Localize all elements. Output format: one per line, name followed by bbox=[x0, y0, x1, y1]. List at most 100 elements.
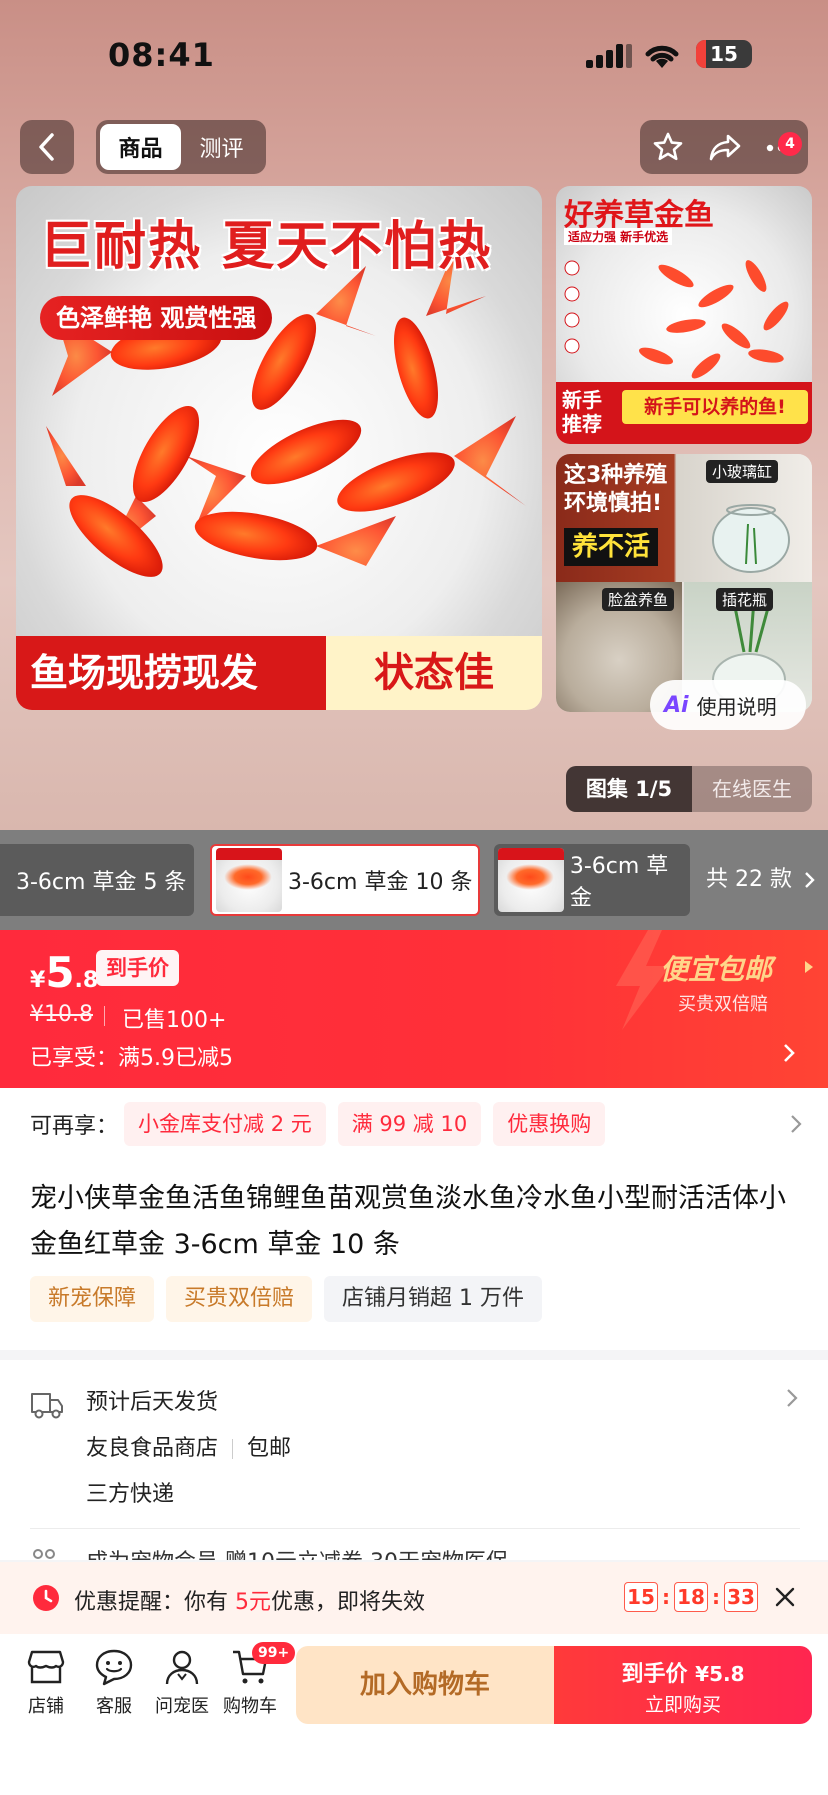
reminder-text: 优惠提醒：你有 5元优惠，即将失效 bbox=[74, 1584, 425, 1616]
reminder-suffix: 优惠，即将失效 bbox=[271, 1590, 426, 1615]
glass-bowl-icon bbox=[712, 504, 790, 573]
close-icon[interactable] bbox=[774, 1586, 796, 1608]
extra-offers-row[interactable]: 可再享： 小金库支付减 2 元 满 99 减 10 优惠换购 bbox=[30, 1102, 802, 1146]
online-doctor-link[interactable]: 在线医生 bbox=[692, 766, 812, 812]
side-image-1[interactable]: 好养草金鱼 适应力强 新手优选 新手推荐 新手可以养的鱼! bbox=[556, 186, 812, 444]
sku-option-label: 3-6cm 草金 5 条 bbox=[16, 870, 187, 895]
buy-now-button[interactable]: 到手价 ¥5.8 立即购买 bbox=[554, 1646, 812, 1724]
sku-thumbnail bbox=[216, 848, 282, 912]
side-image-2-headline: 这3种养殖环境慎拍! bbox=[564, 463, 668, 516]
promo-subtitle: 买贵双倍赔 bbox=[678, 994, 768, 1015]
discount-applied[interactable]: 已享受：满5.9已减5 bbox=[30, 1040, 233, 1072]
main-image-headline: 巨耐热 夏天不怕热 bbox=[40, 217, 493, 277]
member-benefit-row[interactable]: 成为宠物会员 赠10元立减券 30天宠物医保 bbox=[86, 1544, 508, 1560]
side-image-2[interactable]: 这3种养殖环境慎拍! 养不活 小玻璃缸 脸盆养鱼 插花瓶 bbox=[556, 454, 812, 712]
signal-icon bbox=[586, 44, 632, 68]
side-image-1-corner: 新手推荐 bbox=[562, 388, 602, 436]
clock-icon bbox=[33, 1585, 59, 1611]
back-button[interactable] bbox=[20, 120, 74, 174]
sku-option-label: 3-6cm 草金 bbox=[569, 854, 669, 911]
ai-guide-button[interactable]: Ai 使用说明 bbox=[650, 680, 806, 730]
price-band: ¥ 5 .8 到手价 ¥10.8 已售100+ 已享受：满5.9已减5 便宜包邮… bbox=[0, 930, 828, 1088]
store-name: 友良食品商店 bbox=[86, 1436, 219, 1461]
chevron-right-icon[interactable] bbox=[782, 1042, 796, 1064]
service-tag[interactable]: 店铺月销超 1 万件 bbox=[324, 1276, 543, 1322]
store-icon bbox=[27, 1650, 65, 1684]
status-bar: 08:41 15 bbox=[0, 36, 828, 76]
ai-guide-label: 使用说明 bbox=[696, 694, 777, 719]
chevron-left-icon bbox=[39, 133, 54, 161]
extra-offers-label: 可再享： bbox=[30, 1114, 119, 1139]
sku-total-link[interactable]: 共 22 款 bbox=[706, 844, 815, 916]
tab-review[interactable]: 测评 bbox=[181, 124, 262, 170]
cart-label: 购物车 bbox=[223, 1696, 277, 1717]
service-tags: 新宠保障 买贵双倍赔 店铺月销超 1 万件 bbox=[30, 1276, 543, 1322]
main-product-image[interactable]: 巨耐热 夏天不怕热 色泽鲜艳 观赏性强 鱼场现捞现发 状态佳 bbox=[16, 186, 542, 710]
store-label: 店铺 bbox=[28, 1696, 64, 1717]
sku-option[interactable]: 3-6cm 草金 5 条 bbox=[0, 844, 194, 916]
divider bbox=[30, 1528, 800, 1529]
wifi-icon bbox=[645, 45, 679, 68]
side-image-2-warning: 养不活 bbox=[564, 528, 659, 566]
product-title: 宠小侠草金鱼活鱼锦鲤鱼苗观赏鱼淡水鱼冷水鱼小型耐活活体小金鱼红草金 3-6cm … bbox=[30, 1183, 786, 1260]
hero-gallery: 08:41 15 商品 测评 4 巨耐热 夏天不怕热 色泽鲜艳 观赏性强 鱼场现… bbox=[0, 0, 828, 830]
ask-vet-button[interactable]: 问宠医 bbox=[150, 1648, 214, 1718]
shipping-eta: 预计后天发货 bbox=[86, 1390, 219, 1415]
sku-option[interactable]: 3-6cm 草金 bbox=[494, 844, 690, 916]
status-time: 08:41 bbox=[108, 36, 215, 74]
main-image-footer-left: 鱼场现捞现发 bbox=[16, 636, 326, 710]
shipping-card[interactable]: 预计后天发货 友良食品商店 包邮 三方快递 成为宠物会员 赠10元立减券 30天宠… bbox=[0, 1360, 828, 1560]
chevron-right-icon bbox=[791, 1115, 802, 1133]
store-button[interactable]: 店铺 bbox=[14, 1648, 78, 1718]
timer-minutes: 18 bbox=[674, 1582, 708, 1612]
sku-thumbnail bbox=[498, 848, 564, 912]
battery-icon: 15 bbox=[696, 40, 752, 68]
sold-count: 已售100+ bbox=[122, 1008, 227, 1033]
divider bbox=[232, 1439, 234, 1459]
buy-now-price: ¥5.8 bbox=[695, 1662, 745, 1686]
offer-chip[interactable]: 小金库支付减 2 元 bbox=[124, 1102, 326, 1146]
discount-reminder[interactable]: 优惠提醒：你有 5元优惠，即将失效 15: 18: 33 bbox=[0, 1562, 828, 1634]
side-image-1-tagline: 适应力强 新手优选 bbox=[564, 228, 673, 245]
side-image-1-footer: 新手推荐 新手可以养的鱼! bbox=[556, 382, 812, 444]
offer-chip[interactable]: 满 99 减 10 bbox=[337, 1102, 482, 1146]
gallery-switch: 图集 1/5 在线医生 bbox=[566, 766, 812, 812]
cart-button[interactable]: 99+ 购物车 bbox=[218, 1642, 296, 1718]
reminder-amount: 5元 bbox=[235, 1590, 271, 1615]
sku-strip: 3-6cm 草金 5 条 3-6cm 草金 10 条 3-6cm 草金 共 22… bbox=[0, 830, 828, 930]
chat-smile-icon bbox=[95, 1649, 133, 1686]
customer-service-button[interactable]: 客服 bbox=[82, 1648, 146, 1718]
buy-now-label: 立即购买 bbox=[644, 1694, 721, 1716]
top-tabs: 商品 测评 bbox=[96, 120, 266, 174]
free-shipping: 包邮 bbox=[247, 1436, 292, 1461]
service-tag[interactable]: 买贵双倍赔 bbox=[166, 1276, 313, 1322]
promo-badge[interactable]: 便宜包邮 买贵双倍赔 bbox=[620, 946, 816, 1026]
buy-now-price-label: 到手价 bbox=[621, 1662, 688, 1687]
timer-hours: 15 bbox=[624, 1582, 658, 1612]
chevron-right-icon bbox=[787, 1389, 798, 1407]
offer-chip[interactable]: 优惠换购 bbox=[493, 1102, 606, 1146]
tab-product[interactable]: 商品 bbox=[100, 124, 181, 170]
cart-count-badge: 99+ bbox=[252, 1642, 296, 1664]
main-image-subline: 色泽鲜艳 观赏性强 bbox=[40, 296, 273, 340]
notification-badge: 4 bbox=[778, 131, 802, 156]
tag-small-tank: 小玻璃缸 bbox=[706, 460, 779, 483]
more-button[interactable]: 4 bbox=[766, 131, 802, 157]
original-price: ¥10.8 bbox=[30, 1002, 93, 1027]
reminder-prefix: 优惠提醒：你有 bbox=[74, 1590, 235, 1615]
battery-level: 15 bbox=[710, 42, 738, 66]
currency-symbol: ¥ bbox=[30, 968, 46, 993]
buy-now-price-line: 到手价 ¥5.8 bbox=[554, 1656, 812, 1688]
delivery-truck-icon bbox=[31, 1393, 63, 1419]
share-icon[interactable] bbox=[708, 132, 742, 162]
add-to-cart-button[interactable]: 加入购物车 bbox=[296, 1646, 554, 1724]
star-icon[interactable] bbox=[652, 131, 684, 163]
triangle-right-icon bbox=[805, 961, 813, 973]
album-counter[interactable]: 图集 1/5 bbox=[566, 766, 692, 812]
sku-option-selected[interactable]: 3-6cm 草金 10 条 bbox=[210, 844, 480, 916]
shipping-origin: 友良食品商店 包邮 bbox=[86, 1430, 291, 1462]
price-integer: 5 bbox=[45, 948, 75, 997]
final-price-tag: 到手价 bbox=[96, 950, 179, 986]
promo-title: 便宜包邮 bbox=[660, 953, 773, 986]
service-tag[interactable]: 新宠保障 bbox=[30, 1276, 155, 1322]
